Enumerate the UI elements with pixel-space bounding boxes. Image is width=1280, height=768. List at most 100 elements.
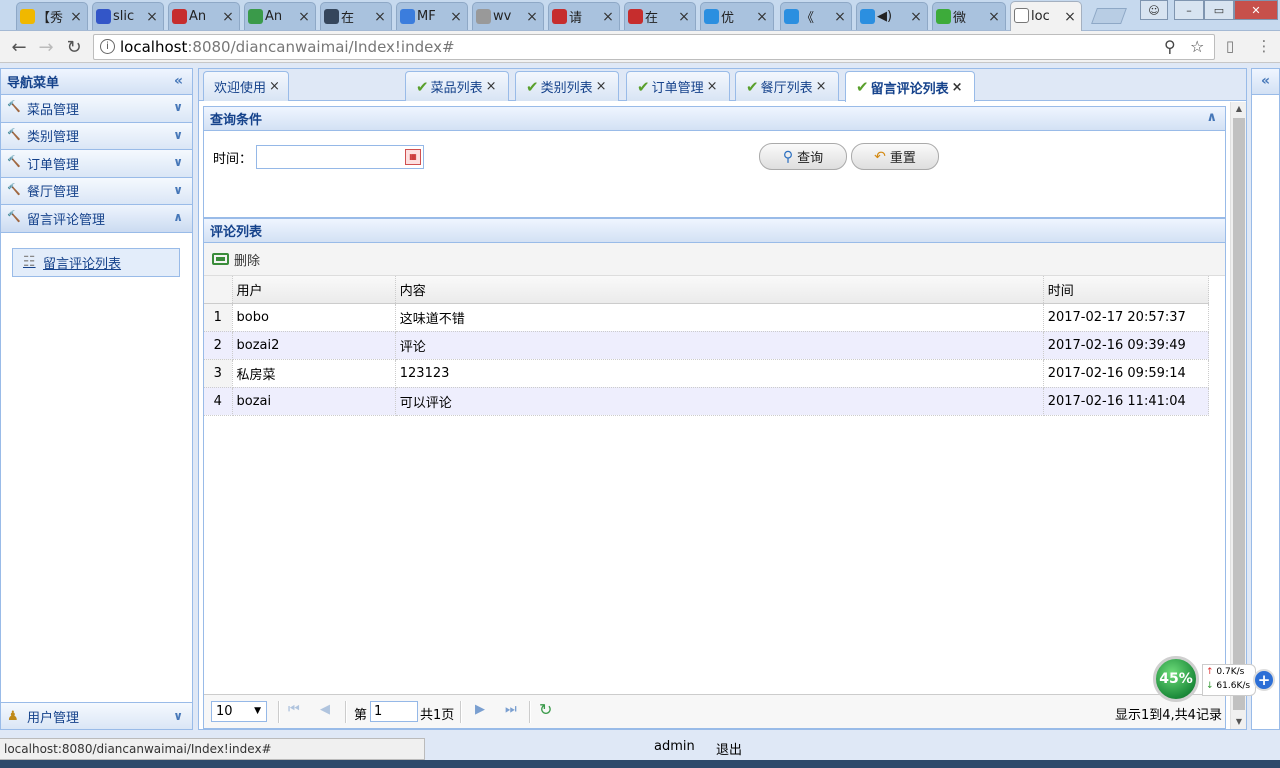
browser-tab[interactable]: ◀) × (856, 2, 928, 30)
browser-tab[interactable]: wv × (472, 2, 544, 30)
refresh-icon[interactable]: ↻ (539, 700, 552, 719)
browser-tab[interactable]: 【秀 × (16, 2, 88, 30)
table-row[interactable]: 2 bozai2 评论 2017-02-16 09:39:49 (204, 331, 1210, 360)
nav-item[interactable]: 🔨 订单管理 ∨ (1, 150, 192, 178)
main-tab[interactable]: ✔ 订单管理 × (626, 71, 730, 101)
browser-tab-label: 微 (953, 11, 967, 26)
forward-arrow-icon[interactable]: → (35, 36, 57, 58)
close-icon[interactable]: × (952, 80, 963, 95)
close-icon[interactable]: × (707, 79, 718, 94)
cell-content: 123123 (395, 359, 1044, 388)
browser-tab[interactable]: 在 × (320, 2, 392, 30)
browser-tab[interactable]: slic × (92, 2, 164, 30)
plus-icon[interactable]: + (1253, 669, 1275, 691)
table-row[interactable]: 3 私房菜 123123 2017-02-16 09:59:14 (204, 359, 1210, 388)
calendar-icon[interactable]: ▦ (405, 149, 421, 165)
close-icon[interactable]: × (909, 9, 923, 25)
table-row[interactable]: 4 bozai 可以评论 2017-02-16 11:41:04 (204, 387, 1210, 416)
delete-button[interactable]: 删除 (234, 250, 260, 269)
main-tab[interactable]: ✔ 餐厅列表 × (735, 71, 839, 101)
close-icon[interactable]: × (145, 9, 159, 25)
reload-icon[interactable]: ↻ (63, 36, 85, 58)
browser-tab-label: 请 (569, 11, 583, 26)
close-icon[interactable]: × (297, 9, 311, 25)
browser-tab[interactable]: An × (244, 2, 316, 30)
info-icon[interactable]: i (100, 39, 115, 54)
url-field[interactable]: i localhost:8080/diancanwaimai/Index!ind… (93, 34, 1215, 60)
browser-tab[interactable]: An × (168, 2, 240, 30)
upload-rate: 0.7K/s (1216, 667, 1245, 677)
scroll-up-icon[interactable]: ▲ (1231, 102, 1247, 116)
back-arrow-icon[interactable]: ← (8, 36, 30, 58)
browser-tab[interactable]: 优 × (700, 2, 774, 30)
pdf-extension-icon[interactable]: ▯ (1220, 37, 1240, 57)
nav-item-user-management[interactable]: ♟ 用户管理 ∨ (1, 702, 192, 729)
main-tab[interactable]: ✔ 菜品列表 × (405, 71, 509, 101)
close-icon[interactable]: × (269, 79, 280, 94)
reset-button[interactable]: ↶ 重置 (851, 143, 939, 170)
app-page: 导航菜单 « 🔨 菜品管理 ∨ 🔨 类别管理 ∨ 🔨 订单管理 ∨ 🔨 餐厅管理 ∨ 🔨 留言评论管理 ∧ … (0, 64, 1280, 768)
column-header-content[interactable]: 内容 (395, 276, 1044, 304)
nav-item[interactable]: 🔨 留言评论管理 ∧ (1, 205, 192, 233)
search-button[interactable]: ⚲ 查询 (759, 143, 847, 170)
scrollbar-thumb[interactable] (1233, 118, 1245, 710)
last-page-icon[interactable]: ⏭ (505, 702, 517, 717)
vertical-scrollbar[interactable]: ▲ ▼ (1230, 102, 1246, 729)
new-tab-button[interactable] (1091, 8, 1127, 24)
close-window-icon[interactable]: ✕ (1234, 0, 1278, 20)
page-size-select[interactable]: 10 ▼ (211, 701, 267, 722)
collapse-up-icon[interactable]: ∧ (1206, 110, 1217, 125)
nav-item[interactable]: 🔨 类别管理 ∨ (1, 122, 192, 150)
menu-icon[interactable]: ⋮ (1254, 37, 1274, 57)
first-page-icon[interactable]: ⏮ (288, 702, 300, 717)
browser-tab-label: slic (113, 9, 135, 24)
zoom-icon[interactable]: ⚲ (1164, 37, 1176, 56)
hammer-icon: 🔨 (7, 127, 21, 141)
nav-item[interactable]: 🔨 餐厅管理 ∨ (1, 177, 192, 205)
main-tab[interactable]: ✔ 类别列表 × (515, 71, 619, 101)
close-icon[interactable]: × (833, 9, 847, 25)
check-icon: ✔ (416, 77, 429, 96)
main-tab[interactable]: ✔ 留言评论列表 × (845, 71, 975, 102)
browser-tab[interactable]: 在 × (624, 2, 696, 30)
expand-right-icon[interactable]: « (1252, 69, 1279, 95)
close-icon[interactable]: × (525, 9, 539, 25)
close-icon[interactable]: × (677, 9, 691, 25)
browser-tab[interactable]: 《 × (780, 2, 852, 30)
close-icon[interactable]: × (373, 9, 387, 25)
close-icon[interactable]: × (601, 9, 615, 25)
logout-link[interactable]: 退出 (716, 739, 742, 758)
close-icon[interactable]: × (816, 79, 827, 94)
separator (278, 701, 280, 723)
browser-tab[interactable]: 微 × (932, 2, 1006, 30)
scroll-down-icon[interactable]: ▼ (1231, 715, 1247, 729)
close-icon[interactable]: × (596, 79, 607, 94)
profile-icon[interactable]: ☺ (1140, 0, 1168, 20)
close-icon[interactable]: × (221, 9, 235, 25)
prev-page-icon[interactable]: ◀ (320, 702, 330, 717)
collapse-left-icon[interactable]: « (174, 73, 183, 89)
column-header-user[interactable]: 用户 (232, 276, 396, 304)
browser-tab[interactable]: loc × (1010, 1, 1082, 31)
time-input[interactable]: ▦ (256, 145, 424, 169)
close-icon[interactable]: × (449, 9, 463, 25)
close-icon[interactable]: × (1063, 9, 1077, 25)
browser-tab[interactable]: 请 × (548, 2, 620, 30)
nav-sub-item-comment-list[interactable]: ☷ 留言评论列表 (12, 247, 180, 277)
browser-tab[interactable]: MF × (396, 2, 468, 30)
main-tab[interactable]: 欢迎使用 × (203, 71, 289, 101)
close-icon[interactable]: × (987, 9, 1001, 25)
minimize-icon[interactable]: – (1174, 0, 1204, 20)
close-icon[interactable]: × (486, 79, 497, 94)
close-icon[interactable]: × (755, 9, 769, 25)
close-icon[interactable]: × (69, 9, 83, 25)
page-number-input[interactable]: 1 (370, 701, 418, 722)
nav-item[interactable]: 🔨 菜品管理 ∨ (1, 95, 192, 123)
next-page-icon[interactable]: ▶ (475, 702, 485, 717)
cell-time: 2017-02-16 09:39:49 (1043, 331, 1210, 360)
network-speed-widget[interactable]: 45% ↑ 0.7K/s ↓ 61.6K/s + (1150, 654, 1276, 710)
column-header-time[interactable]: 时间 (1043, 276, 1210, 304)
maximize-icon[interactable]: ▭ (1204, 0, 1234, 20)
bookmark-star-icon[interactable]: ☆ (1190, 37, 1204, 56)
table-row[interactable]: 1 bobo 这味道不错 2017-02-17 20:57:37 (204, 303, 1210, 332)
